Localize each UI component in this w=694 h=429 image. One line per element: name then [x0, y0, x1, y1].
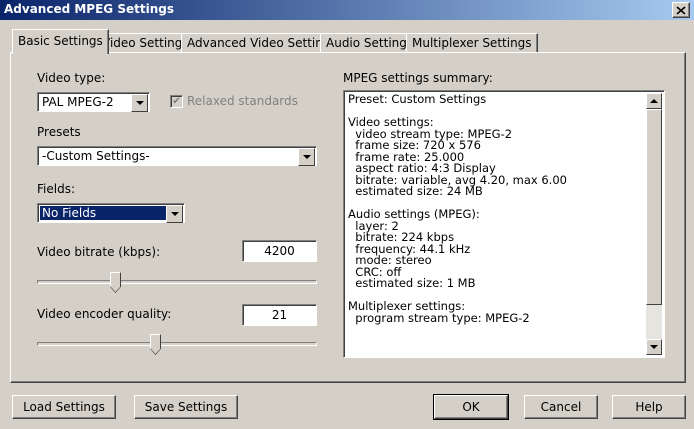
help-button[interactable]: Help: [612, 395, 686, 419]
summary-line: estimated size: 24 MB: [348, 184, 483, 198]
ok-button[interactable]: OK: [433, 394, 509, 420]
encoder-quality-label: Video encoder quality:: [37, 307, 172, 321]
dropdown-button[interactable]: [131, 94, 148, 112]
presets-value: -Custom Settings-: [42, 149, 150, 163]
presets-select[interactable]: -Custom Settings-: [37, 146, 317, 166]
video-bitrate-input[interactable]: 4200: [242, 240, 317, 262]
dropdown-button[interactable]: [298, 148, 315, 166]
cancel-button[interactable]: Cancel: [524, 395, 598, 419]
fields-label: Fields:: [37, 182, 75, 196]
encoder-quality-input[interactable]: 21: [242, 304, 317, 326]
summary-label: MPEG settings summary:: [343, 71, 493, 85]
summary-line: program stream type: MPEG-2: [348, 310, 530, 325]
tab-basic-settings[interactable]: Basic Settings: [12, 29, 109, 54]
arrow-up-icon: [650, 99, 658, 103]
video-bitrate-slider-track[interactable]: [37, 280, 317, 284]
summary-memo[interactable]: Preset: Custom Settings Video settings: v…: [343, 90, 665, 358]
window-title: Advanced MPEG Settings: [4, 2, 174, 16]
tab-audio-settings[interactable]: Audio Settings: [320, 33, 420, 53]
presets-label: Presets: [37, 125, 81, 139]
chevron-down-icon: [170, 212, 179, 216]
summary-line: estimated size: 1 MB: [348, 276, 476, 290]
fields-value: No Fields: [40, 206, 166, 220]
tab-video-settings[interactable]: Video Settings: [96, 33, 195, 53]
summary-text: Preset: Custom Settings Video settings: v…: [348, 92, 644, 325]
chevron-down-icon: [302, 155, 311, 159]
checkmark-icon: ✔: [172, 96, 181, 107]
video-bitrate-label: Video bitrate (kbps):: [37, 245, 161, 259]
arrow-down-icon: [650, 345, 658, 349]
video-type-label: Video type:: [37, 71, 106, 85]
scroll-down-button[interactable]: [646, 339, 662, 355]
close-icon: [676, 5, 686, 15]
dropdown-button[interactable]: [166, 205, 183, 223]
summary-scrollbar[interactable]: [646, 93, 662, 355]
chevron-down-icon: [135, 101, 144, 105]
video-type-select[interactable]: PAL MPEG-2: [37, 92, 150, 112]
tab-advanced-video-settings[interactable]: Advanced Video Settings: [181, 33, 343, 53]
summary-line: Preset: Custom Settings: [348, 92, 487, 106]
save-settings-button[interactable]: Save Settings: [134, 395, 238, 419]
fields-select[interactable]: No Fields: [37, 203, 185, 223]
encoder-quality-slider-track[interactable]: [37, 342, 317, 346]
tab-multiplexer-settings[interactable]: Multiplexer Settings: [406, 33, 538, 53]
relaxed-standards-label: Relaxed standards: [187, 94, 298, 108]
title-bar[interactable]: Advanced MPEG Settings: [0, 0, 694, 20]
scroll-up-button[interactable]: [646, 93, 662, 109]
load-settings-button[interactable]: Load Settings: [12, 395, 116, 419]
video-type-value: PAL MPEG-2: [42, 95, 114, 109]
scroll-thumb[interactable]: [646, 109, 662, 305]
relaxed-standards-checkbox[interactable]: ✔: [170, 95, 183, 108]
close-button[interactable]: [672, 2, 690, 18]
